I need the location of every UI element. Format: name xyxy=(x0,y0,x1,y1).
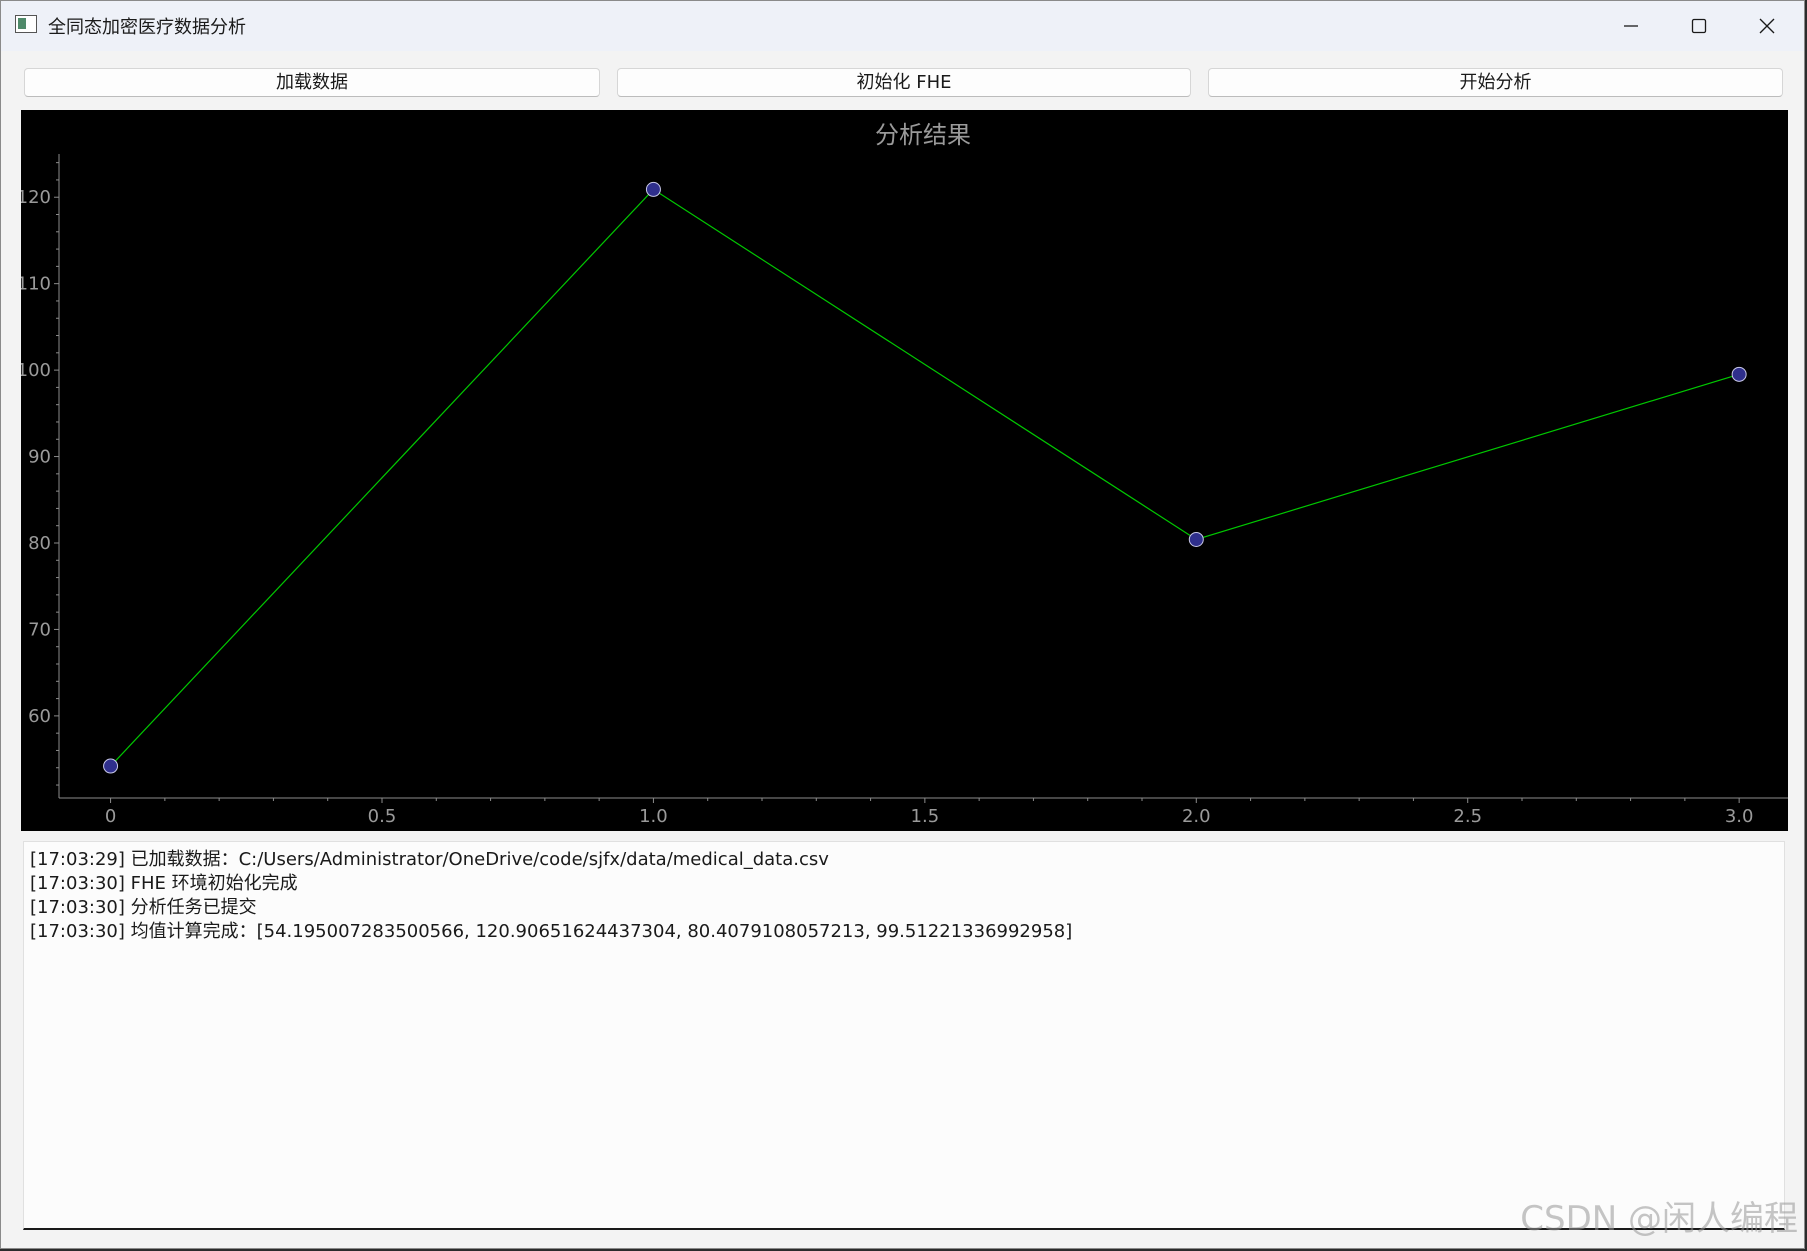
x-tick-label: 1.0 xyxy=(639,806,668,827)
x-tick-label: 3.0 xyxy=(1725,806,1754,827)
y-tick-label: 110 xyxy=(21,274,51,295)
x-tick-label: 2.5 xyxy=(1453,806,1482,827)
init-fhe-button[interactable]: 初始化 FHE xyxy=(617,68,1191,97)
load-data-button[interactable]: 加载数据 xyxy=(24,68,600,97)
close-button[interactable] xyxy=(1733,1,1801,51)
log-line: [17:03:29] 已加载数据：C:/Users/Administrator/… xyxy=(30,849,829,870)
y-tick-label: 120 xyxy=(21,187,51,208)
data-point xyxy=(1731,366,1747,382)
x-tick-label: 2.0 xyxy=(1182,806,1211,827)
x-tick-label: 0.5 xyxy=(368,806,397,827)
close-icon xyxy=(1759,18,1775,34)
minimize-icon xyxy=(1624,25,1638,27)
chart-title: 分析结果 xyxy=(875,121,971,149)
watermark: CSDN @闲人编程 xyxy=(1520,1199,1798,1239)
y-tick-label: 80 xyxy=(28,533,51,554)
log-line: [17:03:30] 均值计算完成：[54.195007283500566, 1… xyxy=(30,921,1073,942)
log-line: [17:03:30] 分析任务已提交 xyxy=(30,897,257,918)
chart-panel: 分析结果 60 70 80 90 100 110 120 0 0.5 1.0 1.5 2.0 2.5 3.… xyxy=(21,110,1788,831)
x-tick-label: 1.5 xyxy=(911,806,940,827)
x-tick-label: 0 xyxy=(105,806,116,827)
y-tick-label: 70 xyxy=(28,619,51,640)
data-point xyxy=(645,181,661,197)
data-point xyxy=(1188,531,1204,547)
title-bar[interactable]: 全同态加密医疗数据分析 xyxy=(1,1,1804,51)
log-line: [17:03:30] FHE 环境初始化完成 xyxy=(30,873,298,894)
window-title: 全同态加密医疗数据分析 xyxy=(48,17,246,38)
app-window: 全同态加密医疗数据分析 加载数据 初始化 FHE 开始分析 分析结果 60 70 8… xyxy=(0,0,1805,1249)
app-icon xyxy=(15,15,37,33)
start-analysis-button[interactable]: 开始分析 xyxy=(1208,68,1783,97)
minimize-button[interactable] xyxy=(1597,1,1665,51)
y-tick-label: 90 xyxy=(28,447,51,468)
series-line xyxy=(110,188,1740,767)
result-chart: 分析结果 60 70 80 90 100 110 120 0 0.5 1.0 1.5 2.0 2.5 3.… xyxy=(21,121,1788,827)
y-tick-label: 60 xyxy=(28,706,51,727)
data-point xyxy=(103,758,119,774)
maximize-button[interactable] xyxy=(1665,1,1733,51)
y-tick-label: 100 xyxy=(21,360,51,381)
log-panel[interactable]: [17:03:29] 已加载数据：C:/Users/Administrator/… xyxy=(23,841,1785,1230)
maximize-icon xyxy=(1691,18,1707,34)
